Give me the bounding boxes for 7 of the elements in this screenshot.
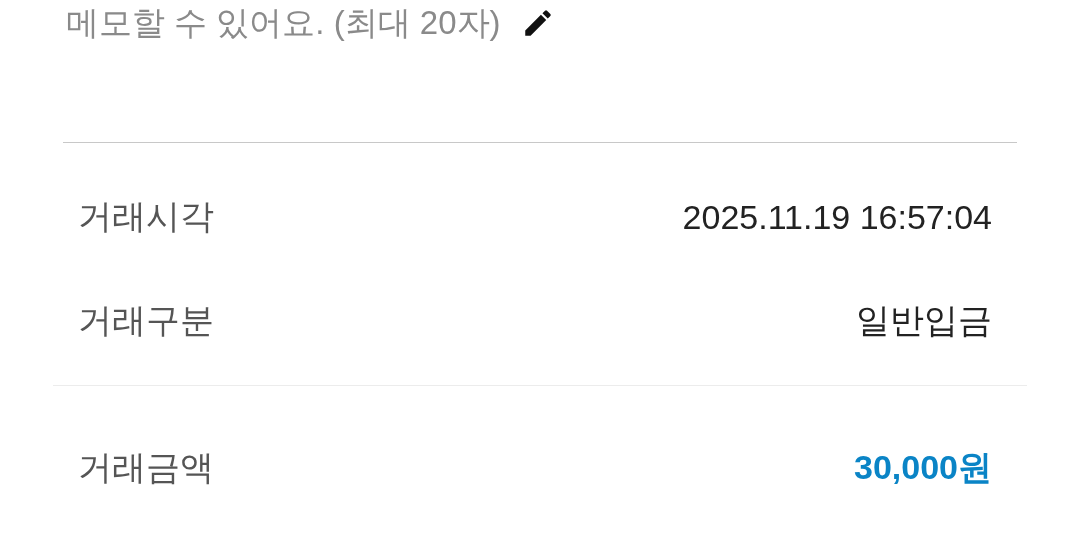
row-value: 일반입금 <box>856 300 992 341</box>
memo-placeholder[interactable]: 메모할 수 있어요. (최대 20자) <box>66 0 501 46</box>
row-value: 2025.11.19 16:57:04 <box>682 197 992 237</box>
row-label: 거래시각 <box>78 196 214 237</box>
row-label: 거래구분 <box>78 300 214 341</box>
row-value: 30,000원 <box>854 447 992 488</box>
row-label: 거래금액 <box>78 447 214 488</box>
